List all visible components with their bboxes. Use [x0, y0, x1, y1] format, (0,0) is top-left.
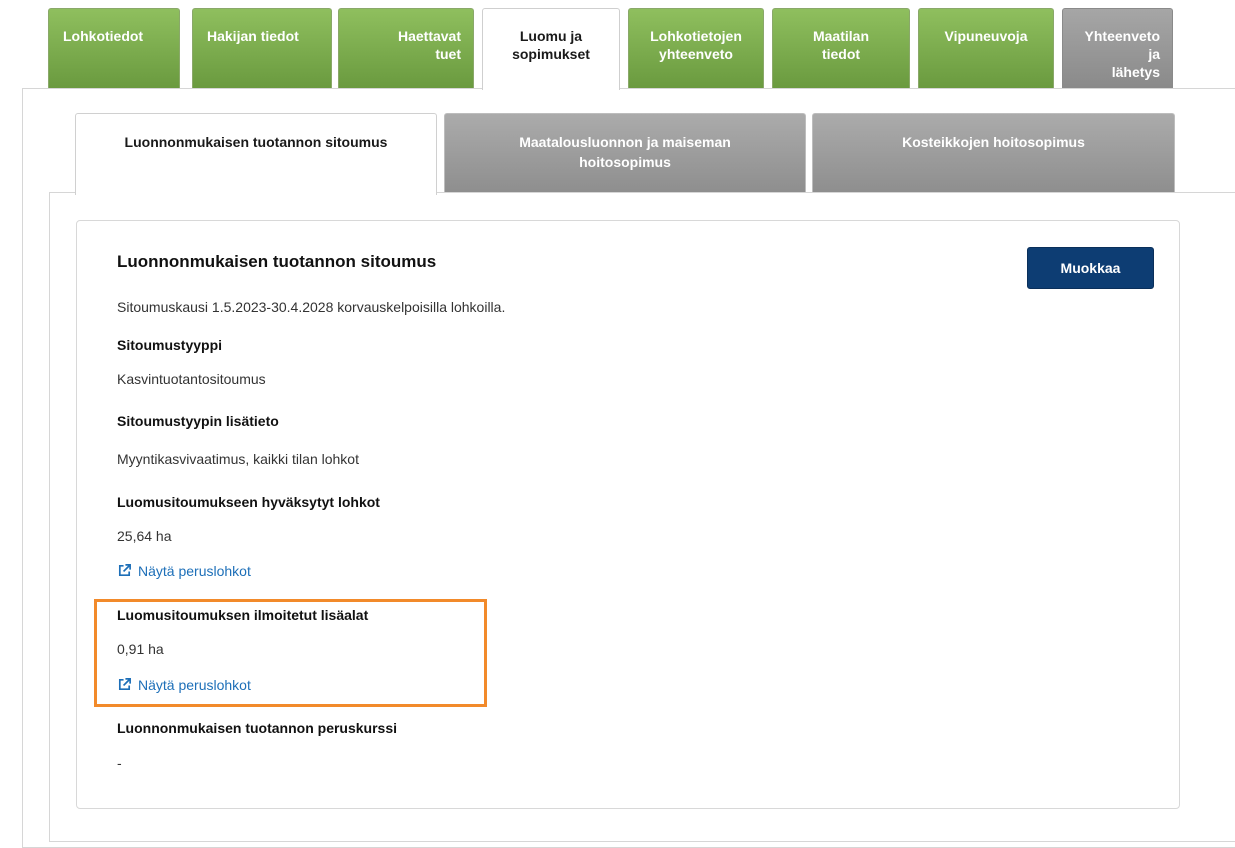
subtab-label-line2: hoitosopimus	[579, 154, 671, 170]
subtab-label: Kosteikkojen hoitosopimus	[902, 134, 1085, 150]
subtab-label: Luonnonmukaisen tuotannon sitoumus	[124, 134, 388, 150]
accepted-blocks-label: Luomusitoumukseen hyväksytyt lohkot	[117, 494, 380, 510]
tab-haettavat-tuet[interactable]: Haettavat tuet	[338, 8, 474, 88]
tab-label-line1: Haettavat	[397, 28, 461, 44]
tab-label-line1: Yhteenveto ja	[1084, 28, 1160, 62]
tab-label: Lohkotiedot	[63, 28, 144, 44]
commitment-type-label: Sitoumustyyppi	[117, 337, 223, 353]
subtab-luonnonmukaisen-tuotannon-sitoumus[interactable]: Luonnonmukaisen tuotannon sitoumus	[75, 113, 437, 195]
commitment-period-text: Sitoumuskausi 1.5.2023-30.4.2028 korvaus…	[117, 299, 506, 315]
subtab-label-line1: Maatalousluonnon ja maiseman	[519, 134, 731, 150]
link-label: Näytä peruslohkot	[138, 677, 251, 693]
additional-areas-value: 0,91 ha	[117, 641, 164, 657]
link-label: Näytä peruslohkot	[138, 563, 251, 579]
tab-maatilan-tiedot[interactable]: Maatilan tiedot	[772, 8, 910, 88]
tab-label: Hakijan tiedot	[207, 28, 299, 44]
card-title: Luonnonmukaisen tuotannon sitoumus	[117, 252, 437, 271]
accepted-blocks-value: 25,64 ha	[117, 528, 172, 544]
tab-lohkotiedot[interactable]: Lohkotiedot	[48, 8, 180, 88]
tab-label-line2: tuet	[435, 46, 461, 62]
commitment-type-value: Kasvintuotantositoumus	[117, 371, 266, 387]
tab-label-line1: Maatilan	[812, 28, 869, 44]
tab-luomu-ja-sopimukset[interactable]: Luomu ja sopimukset	[482, 8, 620, 90]
external-link-icon	[118, 678, 131, 691]
edit-button[interactable]: Muokkaa	[1027, 247, 1154, 289]
show-base-blocks-link-2[interactable]: Näytä peruslohkot	[117, 677, 251, 693]
subtab-maatalousluonnon-hoitosopimus[interactable]: Maatalousluonnon ja maiseman hoitosopimu…	[444, 113, 806, 193]
tab-lohkotietojen-yhteenveto[interactable]: Lohkotietojen yhteenveto	[628, 8, 764, 88]
tab-yhteenveto-ja-lahetys[interactable]: Yhteenveto ja lähetys	[1062, 8, 1173, 88]
basic-course-label: Luonnonmukaisen tuotannon peruskurssi	[117, 720, 398, 736]
show-base-blocks-link-1[interactable]: Näytä peruslohkot	[117, 563, 251, 579]
external-link-icon	[118, 564, 131, 577]
commitment-type-info-value: Myyntikasvivaatimus, kaikki tilan lohkot	[117, 451, 359, 467]
tab-label-line2: sopimukset	[512, 46, 590, 62]
tab-label-line1: Lohkotietojen	[650, 28, 742, 44]
additional-areas-label: Luomusitoumuksen ilmoitetut lisäalat	[117, 607, 369, 623]
tab-hakijan-tiedot[interactable]: Hakijan tiedot	[192, 8, 332, 88]
subtab-kosteikkojen-hoitosopimus[interactable]: Kosteikkojen hoitosopimus	[812, 113, 1175, 193]
tab-vipuneuvoja[interactable]: Vipuneuvoja	[918, 8, 1054, 88]
tab-label-line2: tiedot	[821, 46, 861, 62]
tab-label-line2: lähetys	[1111, 64, 1160, 80]
commitment-card: Luonnonmukaisen tuotannon sitoumus Muokk…	[76, 220, 1180, 809]
tab-label: Vipuneuvoja	[944, 28, 1028, 44]
tab-label-line1: Luomu ja	[519, 28, 583, 44]
main-tab-bar: Lohkotiedot Hakijan tiedot Haettavat tue…	[0, 0, 1235, 90]
tab-label-line2: yhteenveto	[659, 46, 733, 62]
basic-course-value: -	[117, 755, 122, 771]
commitment-type-info-label: Sitoumustyypin lisätieto	[117, 413, 279, 429]
